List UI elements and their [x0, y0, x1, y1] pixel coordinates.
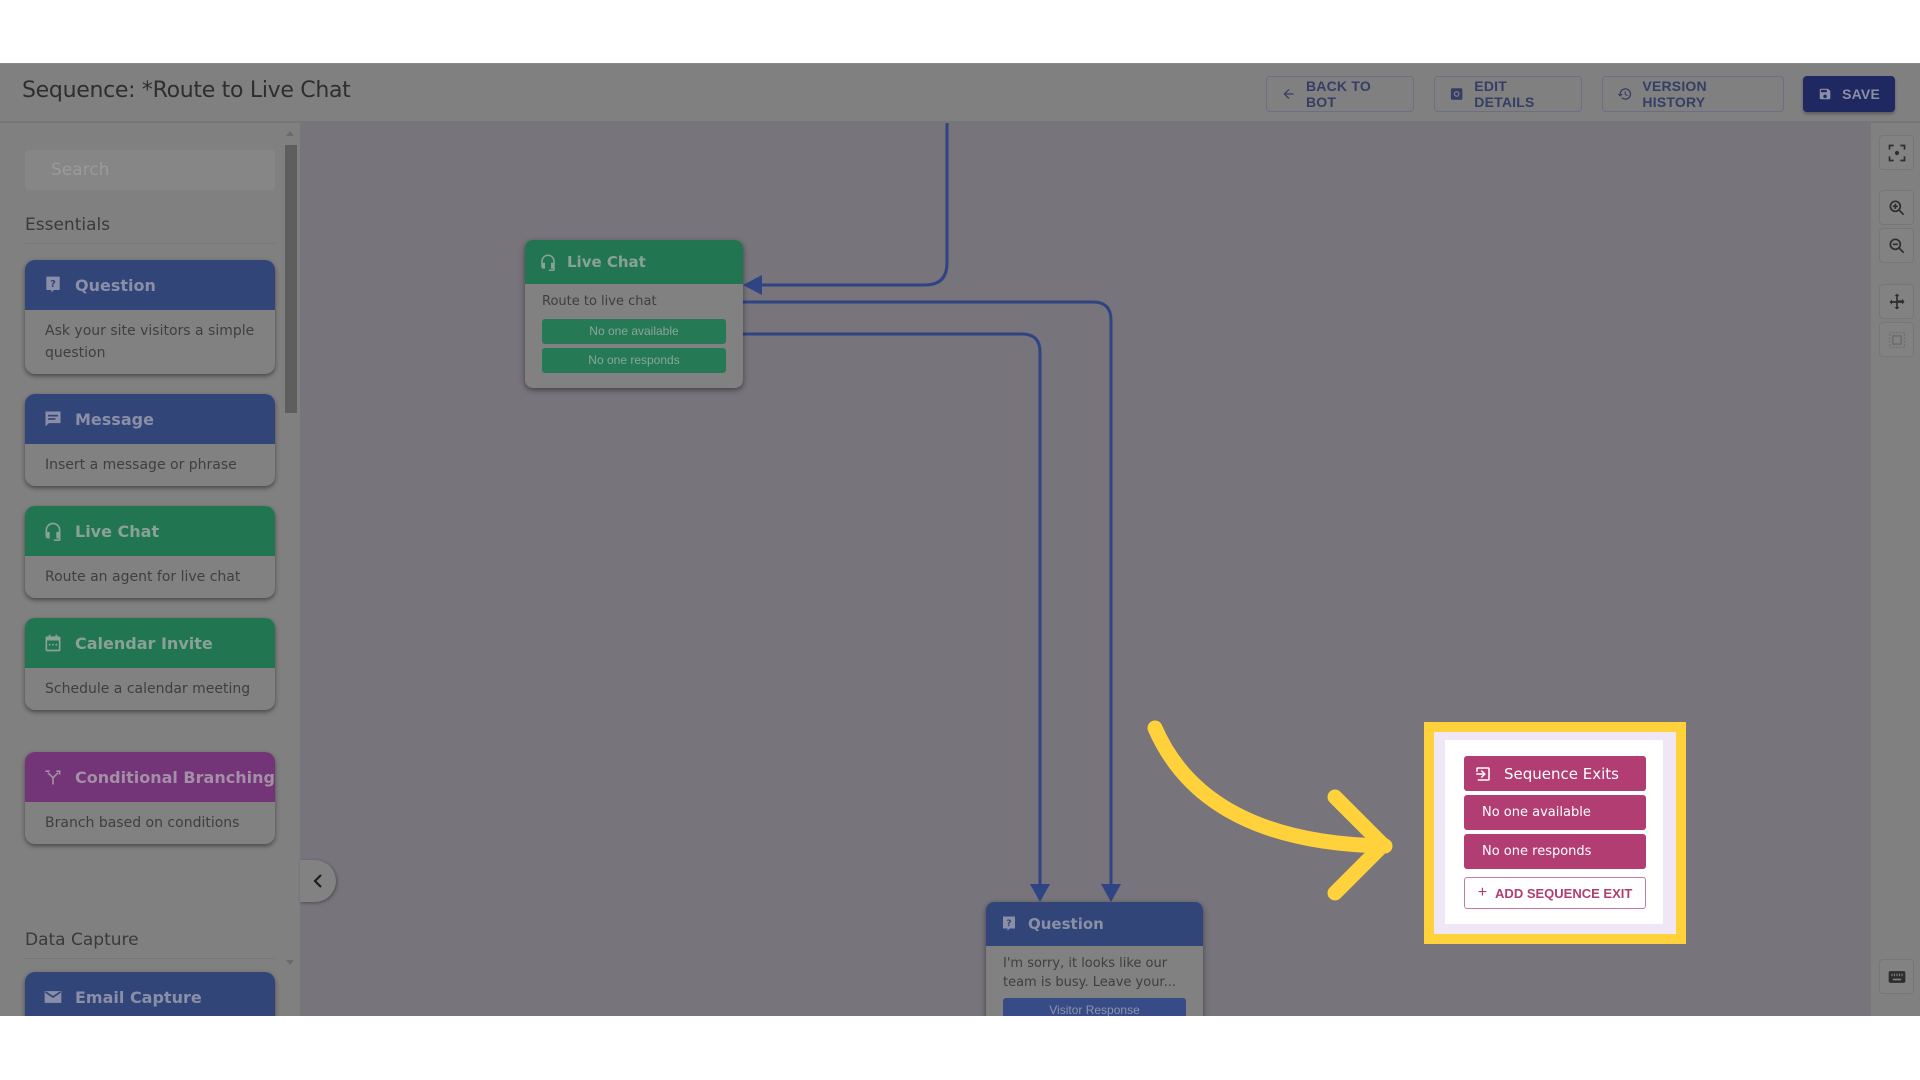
section-title-data-capture: Data Capture	[25, 930, 275, 959]
sequence-editor: Sequence: *Route to Live Chat BACK TO BO…	[0, 63, 1920, 1016]
email-icon	[44, 991, 62, 1003]
svg-text:?: ?	[50, 279, 56, 290]
calendar-icon	[45, 634, 61, 652]
back-to-bot-button[interactable]: BACK TO BOT	[1266, 76, 1414, 112]
palette-item-description: Ask your site visitors a simple question	[45, 323, 255, 361]
annotation-arrow	[1147, 720, 1393, 854]
sequence-exits-highlight: Sequence Exits No one available No one r…	[1424, 722, 1686, 944]
sequence-exits-header: Sequence Exits	[1464, 756, 1646, 791]
zoom-out-button[interactable]	[1879, 228, 1914, 263]
connection-no-one-available	[725, 300, 1113, 888]
zoom-in-button[interactable]	[1879, 190, 1914, 225]
palette-item-label: Question	[75, 275, 156, 295]
port-no-one-responds[interactable]: No one responds	[542, 348, 726, 373]
canvas-controls	[1870, 123, 1920, 1016]
connection-arrowhead	[1101, 884, 1121, 902]
palette-item-label: Email Capture	[75, 987, 202, 1007]
port-no-one-available[interactable]: No one available	[542, 319, 726, 344]
palette-item-live-chat[interactable]: Live Chat Route an agent for live chat	[25, 506, 275, 598]
plus-icon: +	[1477, 884, 1488, 901]
live-chat-node[interactable]: Live Chat Route to live chat No one avai…	[525, 240, 743, 388]
palette-item-conditional-branching[interactable]: Conditional Branching Branch based on co…	[25, 752, 275, 844]
connection-arrowhead	[743, 275, 762, 295]
connection-no-one-responds	[725, 332, 1042, 888]
zoom-in-icon	[1889, 200, 1904, 215]
save-button[interactable]: SAVE	[1803, 76, 1895, 112]
palette-item-label: Conditional Branching	[75, 767, 275, 787]
edit-details-button[interactable]: EDIT DETAILS	[1434, 76, 1582, 112]
sequence-exits-title: Sequence Exits	[1504, 764, 1619, 783]
scroll-up-arrow[interactable]	[286, 131, 294, 136]
palette-item-calendar-invite[interactable]: Calendar Invite Schedule a calendar meet…	[25, 618, 275, 710]
palette-item-label: Calendar Invite	[75, 633, 213, 653]
node-title: Question	[1028, 915, 1104, 933]
pan-icon	[1889, 293, 1904, 309]
section-title-essentials: Essentials	[25, 215, 275, 244]
edit-details-label: EDIT DETAILS	[1474, 78, 1535, 110]
sequence-exit-item[interactable]: No one available	[1464, 795, 1646, 830]
sidebar-scrollbar[interactable]	[285, 145, 297, 413]
node-description: I'm sorry, it looks like our team is bus…	[1003, 956, 1176, 990]
scroll-down-arrow[interactable]	[286, 960, 294, 965]
palette-item-description: Schedule a calendar meeting	[45, 681, 251, 697]
palette-item-email-capture[interactable]: Email Capture	[25, 972, 275, 1016]
question-node[interactable]: ? Question I'm sorry, it looks like our …	[986, 902, 1203, 1016]
exit-icon	[1476, 766, 1490, 781]
select-area-icon	[1888, 331, 1905, 348]
node-description: Route to live chat	[542, 294, 657, 309]
connection-incoming	[760, 123, 949, 287]
add-sequence-exit-button[interactable]: + ADD SEQUENCE EXIT	[1464, 877, 1646, 909]
question-icon: ?	[46, 276, 60, 293]
palette-item-description: Insert a message or phrase	[45, 457, 237, 473]
palette-item-description: Branch based on conditions	[45, 815, 240, 831]
zoom-out-icon	[1889, 238, 1904, 253]
keyboard-shortcuts-button[interactable]	[1879, 959, 1914, 994]
port-visitor-response[interactable]: Visitor Response	[1003, 998, 1186, 1016]
question-icon: ?	[1003, 916, 1015, 931]
message-icon	[45, 411, 61, 427]
history-icon	[1617, 88, 1632, 100]
sequence-exit-item[interactable]: No one responds	[1464, 834, 1646, 869]
fit-view-icon	[1888, 144, 1905, 161]
palette-item-description: Route an agent for live chat	[45, 569, 241, 585]
fit-view-button[interactable]	[1879, 135, 1914, 170]
node-palette-sidebar: Search Essentials ? Question Ask your si…	[0, 123, 300, 1016]
version-history-button[interactable]: VERSION HISTORY	[1602, 76, 1784, 112]
headset-icon	[45, 522, 61, 541]
header-bar: Sequence: *Route to Live Chat BACK TO BO…	[0, 63, 1920, 123]
svg-text:?: ?	[1006, 919, 1011, 929]
connection-arrowhead	[1030, 884, 1050, 902]
palette-item-question[interactable]: ? Question Ask your site visitors a simp…	[25, 260, 275, 374]
back-to-bot-label: BACK TO BOT	[1306, 78, 1371, 110]
settings-icon	[1450, 88, 1463, 100]
palette-item-message[interactable]: Message Insert a message or phrase	[25, 394, 275, 486]
save-label: SAVE	[1842, 86, 1880, 102]
palette-item-label: Message	[75, 409, 154, 429]
page-title: Sequence: *Route to Live Chat	[22, 78, 351, 103]
version-history-label: VERSION HISTORY	[1642, 78, 1707, 110]
select-area-button[interactable]	[1879, 322, 1914, 357]
search-input[interactable]: Search	[25, 150, 275, 190]
node-title: Live Chat	[567, 253, 646, 271]
palette-clip: Email Capture	[20, 968, 282, 1016]
arrow-left-icon	[1283, 89, 1294, 99]
save-icon	[1819, 88, 1831, 100]
headset-icon	[541, 254, 555, 271]
chevron-left-icon	[313, 874, 322, 888]
pan-button[interactable]	[1879, 284, 1914, 319]
palette-item-label: Live Chat	[75, 521, 160, 541]
keyboard-icon	[1888, 970, 1905, 983]
add-sequence-exit-label: ADD SEQUENCE EXIT	[1495, 885, 1633, 901]
branch-icon	[45, 770, 61, 785]
